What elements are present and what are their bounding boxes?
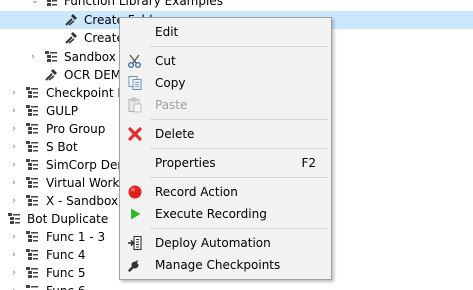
automation-tool-icon [65,32,77,44]
menu-separator [150,46,328,47]
deploy-icon [128,235,142,251]
chevron-right-icon[interactable]: › [9,192,19,210]
menu-item-label: Manage Checkpoints [155,258,281,272]
automation-tool-icon [45,69,57,81]
menu-item-edit[interactable]: Edit [120,21,331,43]
chevron-right-icon[interactable]: › [9,138,19,156]
menu-item-manage-checkpoints[interactable]: Manage Checkpoints [120,254,331,276]
automation-tool-icon [65,14,77,26]
chevron-right-icon[interactable]: › [9,174,19,192]
menu-item-execute-recording[interactable]: Execute Recording [120,203,331,225]
menu-item-label: Paste [155,98,188,112]
menu-item-record-action[interactable]: Record Action [120,181,331,203]
menu-separator [150,119,328,120]
chevron-right-icon[interactable]: › [9,120,19,138]
scissors-icon [128,54,141,68]
delete-x-icon [128,127,142,141]
tree-item-function-library-examples[interactable]: ⌄ Function Library Examples [0,0,473,10]
menu-separator [150,148,328,149]
chevron-right-icon[interactable]: › [9,228,19,246]
menu-item-label: Properties [155,156,216,170]
chevron-right-icon[interactable]: › [28,48,38,66]
menu-item-cut[interactable]: Cut [120,50,331,72]
tree-item-label: Function Library Examples [64,0,223,8]
menu-item-label: Deploy Automation [155,236,271,250]
paste-icon [128,97,142,113]
menu-item-copy[interactable]: Copy [120,72,331,94]
folder-tree-icon [26,267,38,278]
tree-item-label: Sandbox [64,50,116,64]
folder-tree-icon [26,177,38,188]
chevron-down-icon[interactable]: ⌄ [30,0,40,10]
tree-item-label: Func 4 [46,248,86,262]
wrench-icon [128,260,139,272]
folder-tree-icon [26,87,38,98]
tree-item-label: Func 1 - 3 [46,230,106,244]
menu-separator [150,228,328,229]
tree-item-label: Func 5 [46,266,86,280]
chevron-right-icon[interactable]: › [9,156,19,174]
tree-item-label: X - Sandbox [46,194,119,208]
tree-item-label: GULP [46,104,79,118]
folder-tree-icon [26,123,38,134]
folder-tree-icon [47,0,57,6]
context-menu: Edit Cut Copy Paste Delete Properties F2… [119,17,332,280]
menu-item-shortcut: F2 [301,156,316,170]
menu-item-label: Cut [155,54,176,68]
chevron-right-icon[interactable]: › [9,282,19,290]
menu-item-label: Execute Recording [155,207,267,221]
folder-tree-icon [26,159,38,170]
menu-item-label: Copy [155,76,186,90]
record-icon [128,185,142,199]
folder-tree-icon [26,105,38,116]
tree-item-label: Func 6 [46,282,86,290]
application-window: ⌄ Function Library Examples Create Fold.… [0,0,473,290]
folder-tree-icon [26,249,38,260]
menu-item-label: Edit [155,25,179,39]
menu-item-paste[interactable]: Paste [120,94,331,116]
tree-item-label: Bot Duplicate [27,212,109,226]
folder-tree-icon [26,141,38,152]
chevron-right-icon[interactable]: › [9,264,19,282]
folder-tree-icon [26,195,38,206]
menu-separator [150,177,328,178]
menu-item-label: Delete [155,127,195,141]
folder-tree-icon [26,285,38,288]
tree-item-func-6[interactable]: › Func 6 [0,282,473,290]
folder-tree-icon [26,231,38,242]
play-icon [131,208,141,220]
menu-item-delete[interactable]: Delete [120,123,331,145]
tree-item-label: Pro Group [46,122,106,136]
menu-item-deploy-automation[interactable]: Deploy Automation [120,232,331,254]
folder-tree-icon [8,213,20,224]
chevron-right-icon[interactable]: › [9,84,19,102]
chevron-right-icon[interactable]: › [9,102,19,120]
tree-item-label: S Bot [46,140,78,154]
chevron-right-icon[interactable]: › [9,246,19,264]
menu-item-properties[interactable]: Properties F2 [120,152,331,174]
copy-icon [128,76,142,90]
folder-tree-icon [45,51,57,62]
menu-item-label: Record Action [155,185,238,199]
